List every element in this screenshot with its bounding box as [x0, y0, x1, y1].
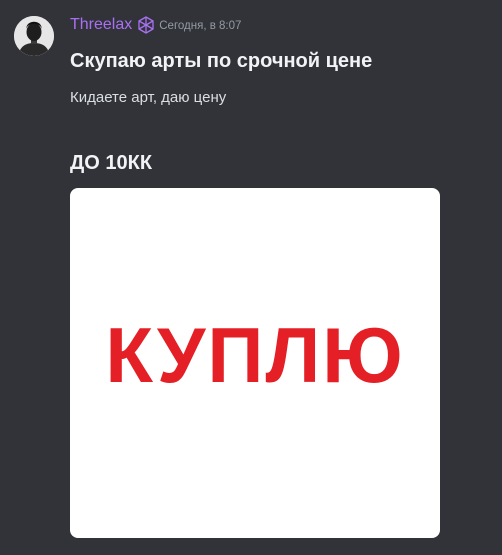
message-timestamp[interactable]: Сегодня, в 8:07 [159, 20, 241, 32]
crystal-role-icon[interactable] [137, 16, 155, 34]
image-attachment-text: КУПЛЮ [105, 311, 405, 399]
message-heading: ДО 10КК [70, 152, 153, 174]
image-attachment[interactable]: КУПЛЮ [70, 188, 440, 538]
avatar-image [14, 16, 54, 56]
username[interactable]: Threelax [70, 16, 132, 34]
message-title: Скупаю арты по срочной цене [70, 50, 373, 72]
avatar[interactable] [14, 16, 54, 56]
message-header: Threelax Сегодня, в 8:07 [70, 14, 241, 36]
message-subtitle: Кидаете арт, даю цену [70, 89, 227, 106]
